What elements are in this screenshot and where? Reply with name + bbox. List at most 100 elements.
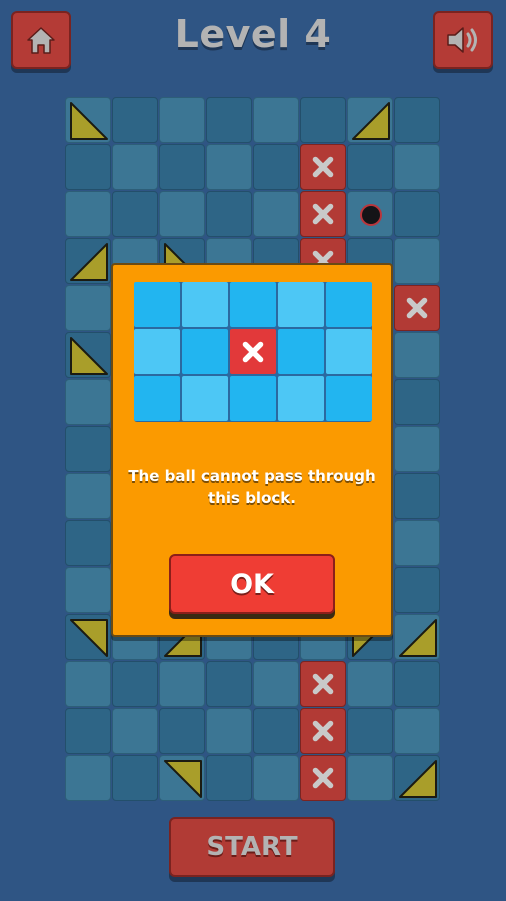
demo-cell [278,329,324,374]
speaker-icon [447,27,477,53]
board-cell [206,97,252,143]
board-cell [65,473,111,519]
mirror-triangle-icon [70,619,108,657]
board-cell [112,708,158,754]
board-cell [347,755,393,801]
board-cell [65,755,111,801]
blocker-tile [300,191,346,237]
dialog-message: The ball cannot pass through this block. [128,467,376,507]
demo-cell [326,282,372,327]
blocker-tile [300,708,346,754]
board-cell [65,520,111,566]
board-cell [394,379,440,425]
board-cell [347,144,393,190]
block-demo-grid [134,282,372,422]
mirror-triangle-icon [399,760,437,798]
board-cell [394,520,440,566]
board-cell [300,97,346,143]
board-cell [394,708,440,754]
board-cell [394,473,440,519]
mirror-tile [394,755,440,801]
board-cell [65,285,111,331]
demo-cell [230,282,276,327]
board-cell [159,97,205,143]
board-cell [394,97,440,143]
sound-button[interactable] [433,11,493,69]
board-cell [65,661,111,707]
board-cell [159,708,205,754]
blocker-tile [300,144,346,190]
board-cell [253,708,299,754]
board-cell [394,332,440,378]
x-icon [242,341,264,362]
x-icon [312,767,334,789]
mirror-triangle-icon [352,102,390,140]
mirror-triangle-icon [399,619,437,657]
mirror-triangle-icon [70,337,108,375]
board-cell [206,144,252,190]
x-icon [312,720,334,742]
board-cell [159,661,205,707]
board-cell [159,191,205,237]
mirror-triangle-icon [164,760,202,798]
mirror-tile [394,614,440,660]
ball-hole [360,204,382,226]
board-cell [206,661,252,707]
board-cell [112,144,158,190]
demo-cell [182,329,228,374]
board-cell [65,426,111,472]
demo-cell [278,376,324,421]
demo-cell [182,282,228,327]
ok-button[interactable]: OK [169,554,335,614]
board-cell [112,97,158,143]
start-button[interactable]: START [169,817,335,877]
x-icon [312,673,334,695]
x-icon [312,203,334,225]
mirror-tile [347,97,393,143]
mirror-triangle-icon [70,102,108,140]
demo-blocker-tile [230,329,276,374]
level-title: Level 4 [174,12,332,56]
x-icon [312,156,334,178]
tutorial-dialog: The ball cannot pass through this block.… [111,263,393,637]
blocker-tile [300,755,346,801]
blocker-tile [394,285,440,331]
demo-cell [182,376,228,421]
mirror-tile [159,755,205,801]
board-cell [253,144,299,190]
board-cell [253,191,299,237]
demo-cell [134,282,180,327]
demo-cell [230,376,276,421]
mirror-triangle-icon [70,243,108,281]
board-cell [112,191,158,237]
mirror-tile [65,614,111,660]
board-cell [253,755,299,801]
demo-cell [326,329,372,374]
board-cell [394,191,440,237]
board-cell [347,661,393,707]
board-cell [65,379,111,425]
board-cell [394,426,440,472]
demo-cell [278,282,324,327]
blocker-tile [300,661,346,707]
board-cell [394,238,440,284]
board-cell [253,97,299,143]
board-cell [206,708,252,754]
board-cell [65,191,111,237]
board-cell [159,144,205,190]
board-cell [347,191,393,237]
board-cell [394,567,440,613]
mirror-tile [65,332,111,378]
board-cell [394,144,440,190]
board-cell [347,708,393,754]
board-cell [65,144,111,190]
board-cell [206,755,252,801]
demo-cell [134,376,180,421]
demo-cell [134,329,180,374]
board-cell [65,708,111,754]
board-cell [112,661,158,707]
demo-cell [326,376,372,421]
mirror-tile [65,97,111,143]
x-icon [406,297,428,319]
board-cell [394,661,440,707]
